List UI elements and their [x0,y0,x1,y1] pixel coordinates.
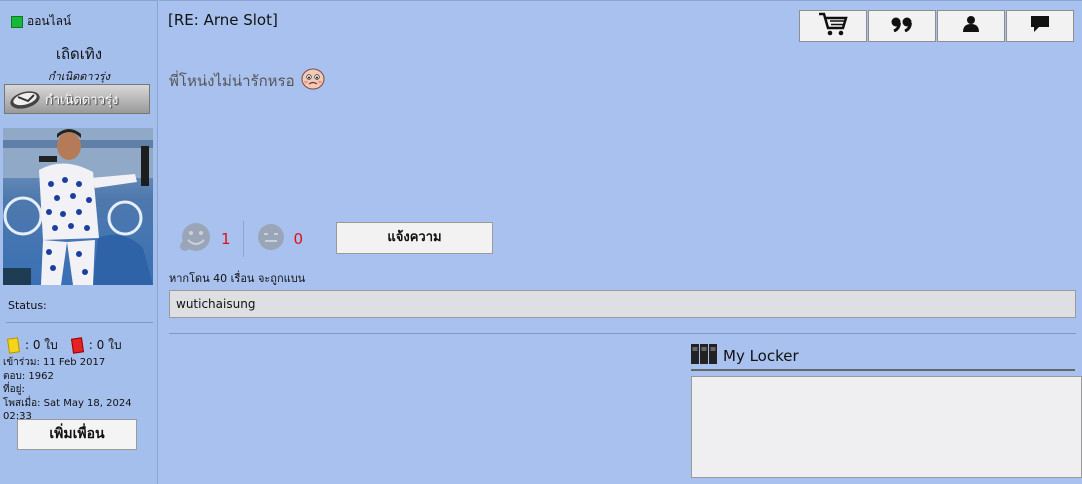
signature-box: wutichaisung [169,290,1076,318]
online-status: ออนไลน์ [11,12,71,31]
sad-face-icon [301,68,325,94]
add-friend-button[interactable]: เพิ่มเพื่อน [17,419,137,450]
user-panel: ออนไลน์ เถิดเทิง กำเนิดดาวรุ่ง กำเนิดดาว… [0,0,158,484]
post-message: พี่โหน่งไม่น่ารักหรอ [169,68,325,94]
status-label: Status: [8,299,47,312]
user-meta: เข้าร่วม: 11 Feb 2017 ตอบ: 1962 ที่อยู่:… [3,356,157,424]
cards-summary: : 0 ใบ : 0 ใบ [7,336,122,355]
quote-icon [891,16,913,36]
username[interactable]: เถิดเทิง [0,42,158,66]
divider [6,322,153,323]
like-count: 1 [221,230,231,248]
rank-badge: กำเนิดดาวรุ่ง [4,84,150,114]
cart-button[interactable] [799,10,867,42]
locker-icon [691,344,717,368]
address: ที่อยู่: [3,384,25,395]
yellow-card-icon [7,337,20,354]
like-button[interactable] [179,220,213,258]
sandal-icon [5,86,45,112]
locker-content [691,376,1082,478]
reply-count: ตอบ: 1962 [3,370,54,382]
dislike-count: 0 [293,230,304,248]
ban-note: หากโดน 40 เรื่อน จะถูกแบน [169,272,306,285]
happy-face-icon [180,223,210,251]
post-message-text: พี่โหน่งไม่น่ารักหรอ [169,72,295,90]
online-label: ออนไลน์ [27,14,72,28]
message-button[interactable] [1006,10,1074,42]
red-card-icon [70,337,84,354]
quote-button[interactable] [868,10,936,42]
chat-icon [1030,15,1050,37]
locker-title: My Locker [723,347,799,365]
vote-divider [242,221,244,257]
locker-underline [691,369,1075,371]
post-title: [RE: Arne Slot] [168,11,278,29]
report-button[interactable]: แจ้งความ [336,222,493,254]
dislike-button[interactable] [256,222,286,256]
rank-text: กำเนิดดาวรุ่ง [47,70,111,83]
vote-section: 1 0 [179,220,303,258]
divider [169,333,1076,334]
cart-icon [818,12,848,40]
joined-date: เข้าร่วม: 11 Feb 2017 [3,357,106,368]
avatar[interactable] [3,128,153,285]
online-indicator-icon [11,15,23,28]
post-toolbar [799,10,1075,42]
user-icon [962,15,980,37]
profile-button[interactable] [937,10,1005,42]
red-card-count: : 0 ใบ [88,338,122,352]
neutral-face-icon [257,224,284,250]
locker-header: My Locker [691,344,1074,368]
post-panel: [RE: Arne Slot] พี่โหน่งไม่น่ารักหรอ 1 0… [159,0,1082,484]
rank-badge-label: กำเนิดดาวรุ่ง [45,92,119,108]
yellow-card-count: : 0 ใบ [25,338,58,352]
